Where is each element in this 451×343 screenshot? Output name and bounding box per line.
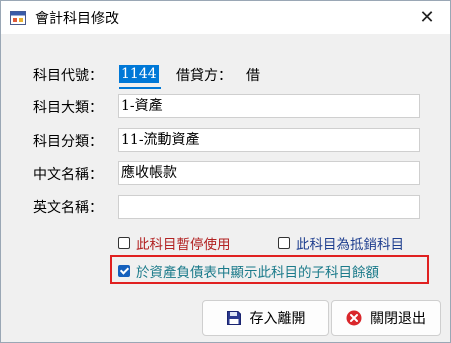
window-app-icon bbox=[10, 10, 26, 26]
english-name-field[interactable] bbox=[118, 195, 420, 219]
category-label: 科目大類： bbox=[33, 100, 103, 116]
save-and-exit-button[interactable]: 存入離開 bbox=[202, 300, 329, 336]
suspend-checkbox[interactable]: 此科目暫停使用 bbox=[118, 233, 231, 253]
suspend-checkbox-label: 此科目暫停使用 bbox=[136, 237, 231, 253]
code-input[interactable]: 1144 bbox=[119, 65, 159, 83]
offset-checkbox[interactable]: 此科目為抵銷科目 bbox=[278, 233, 404, 253]
chinese-name-field[interactable]: 應收帳款 bbox=[118, 161, 420, 185]
english-name-label: 英文名稱： bbox=[33, 200, 103, 216]
window-title: 會計科目修改 bbox=[35, 11, 119, 27]
code-label: 科目代號： bbox=[33, 68, 103, 84]
save-and-exit-label: 存入離開 bbox=[249, 311, 306, 327]
red-x-circle-icon bbox=[346, 310, 362, 326]
suspend-checkbox-box[interactable] bbox=[118, 237, 130, 249]
floppy-disk-icon bbox=[226, 310, 242, 326]
chinese-name-label: 中文名稱： bbox=[33, 167, 103, 183]
close-icon: ✕ bbox=[419, 7, 435, 28]
show-sub-balance-checkbox-label: 於資產負債表中顯示此科目的子科目餘額 bbox=[136, 265, 379, 281]
close-exit-label: 關閉退出 bbox=[370, 311, 426, 327]
dialog-window: 會計科目修改 ✕ 科目代號： 1144 借貸方： 借 科目大類： 1-資產 科目… bbox=[0, 0, 451, 343]
offset-checkbox-box[interactable] bbox=[278, 237, 290, 249]
debit-credit-label: 借貸方： bbox=[176, 68, 232, 84]
title-bar: 會計科目修改 ✕ bbox=[1, 1, 450, 34]
offset-checkbox-label: 此科目為抵銷科目 bbox=[296, 237, 404, 253]
subcategory-field[interactable]: 11-流動資產 bbox=[118, 128, 420, 152]
category-field[interactable]: 1-資產 bbox=[118, 94, 420, 118]
show-sub-balance-checkbox-box[interactable] bbox=[118, 265, 130, 277]
show-sub-balance-checkbox[interactable]: 於資產負債表中顯示此科目的子科目餘額 bbox=[118, 261, 379, 281]
debit-credit-value: 借 bbox=[246, 68, 260, 84]
code-input-underline bbox=[119, 87, 161, 89]
close-exit-button[interactable]: 關閉退出 bbox=[331, 300, 441, 336]
window-close-button[interactable]: ✕ bbox=[404, 1, 450, 34]
subcategory-label: 科目分類： bbox=[33, 134, 103, 150]
